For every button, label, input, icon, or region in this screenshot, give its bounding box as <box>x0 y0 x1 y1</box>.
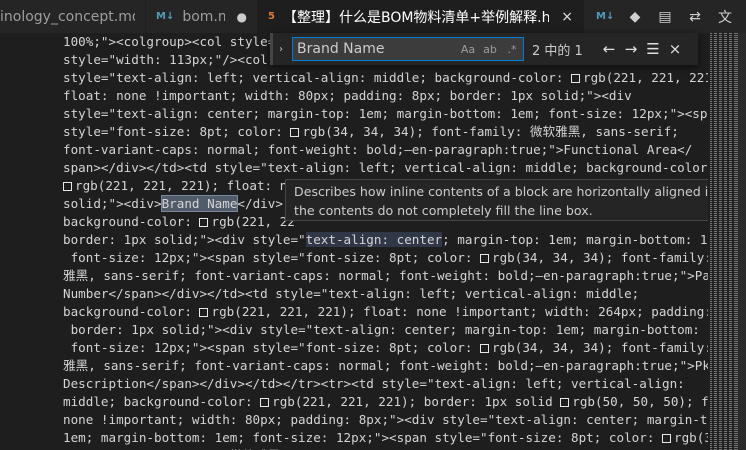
close-tab-icon[interactable]: × <box>561 9 573 25</box>
code-line[interactable]: middle; background-color: rgb(221, 221, … <box>63 393 708 411</box>
code-text-segment: ; margin-top: 1em; margin-bottom: 1em; <box>442 232 708 247</box>
code-text-segment: middle; background-color: <box>63 394 261 409</box>
code-text-segment: 1em; margin-bottom: 1em; font-size: 12px… <box>63 430 662 445</box>
match-count: 2 中的 1 <box>532 43 583 59</box>
color-value: rgb(221, 22 <box>211 214 295 229</box>
unsaved-dot-icon[interactable]: ● <box>237 10 247 24</box>
code-text-segment: 雅黑, sans-serif; font-variant-caps: norma… <box>63 358 708 373</box>
code-text-segment: Description</span></div></td></tr><tr><t… <box>63 376 685 391</box>
tab-markdown[interactable]: M↓ <box>584 0 624 33</box>
toggle-replace-icon[interactable]: › <box>273 44 289 55</box>
color-swatch-icon[interactable] <box>290 128 300 137</box>
tab-bom-html[interactable]: 5 【整理】什么是BOM物料清单+举例解释.html × <box>258 0 584 33</box>
code-text-segment: font-variant-caps: normal; font-weight: … <box>63 142 693 157</box>
code-text-segment: Number</span></div></td><td style="text-… <box>63 286 640 301</box>
preview-icon[interactable]: ▤ <box>656 9 674 25</box>
code-line[interactable]: float: none !important; width: 80px; pad… <box>63 87 708 105</box>
code-line[interactable]: Description</span></div></td></tr><tr><t… <box>63 375 708 393</box>
editor-toolbar: ◆ ▤ ⇄ 文 <box>624 0 734 33</box>
code-text-segment: background-color: <box>63 304 200 319</box>
regex-icon[interactable]: .* <box>501 43 523 56</box>
code-text-segment: style="text-align: center; margin-top: 1… <box>63 106 708 121</box>
color-value: rgb(221, 221, 221); border: 1px solid <box>272 394 561 409</box>
match-word-icon[interactable]: ab <box>479 43 501 56</box>
next-match-icon[interactable]: → <box>620 40 642 58</box>
code-line[interactable]: background-color: rgb(221, 221, 221); fl… <box>63 303 708 321</box>
code-line[interactable]: style="text-align: center; margin-top: 1… <box>63 105 708 123</box>
color-swatch-icon[interactable] <box>63 182 72 191</box>
code-text-segment: 100%;"><colgroup><col style= <box>63 34 276 49</box>
code-text-segment: border: 1px solid;"><div style=" <box>63 232 306 247</box>
hover-highlight: text-align: center <box>305 232 443 247</box>
tab-label: 【整理】什么是BOM物料清单+举例解释.html <box>282 9 550 26</box>
scrollbar[interactable] <box>738 33 746 450</box>
color-swatch-icon[interactable] <box>480 254 490 263</box>
code-text-segment: solid;"><div> <box>63 196 162 211</box>
minimap-texture <box>712 33 734 450</box>
tab-bom-md[interactable]: M↓ bom.md ● <box>146 0 258 33</box>
match-case-icon[interactable]: Aa <box>457 43 479 56</box>
code-text-segment: style="font-size: 8pt; color: <box>63 124 291 139</box>
code-line[interactable]: border: 1px solid;"><div style="text-ali… <box>63 231 708 249</box>
code-text-segment: background-color: <box>63 214 200 229</box>
color-value: rgb(34, 34, 34); font-family: 微软 <box>492 340 708 355</box>
find-input[interactable]: Brand Name Aa ab .* <box>292 37 524 61</box>
code-line[interactable]: 雅黑, sans-serif; font-variant-caps: norma… <box>63 267 708 285</box>
color-value: rgb(50, 50, 50); float <box>572 394 708 409</box>
color-value: rgb(221, 221, 221); float: none !importa… <box>211 304 708 319</box>
color-swatch-icon[interactable] <box>560 398 570 407</box>
previous-match-icon[interactable]: ← <box>598 40 620 58</box>
color-value: rgb(34, <box>673 430 708 445</box>
markdown-icon: M↓ <box>596 11 615 22</box>
code-text-segment: font-size: 12px;"><span style="font-size… <box>63 250 481 265</box>
code-line[interactable]: span></div></td><td style="text-align: l… <box>63 159 708 177</box>
tab-label: bom.md <box>182 8 224 25</box>
code-text-segment: style="text-align: left; vertical-align:… <box>63 70 571 85</box>
code-editor[interactable]: 100%;"><colgroup><col style= style="width… <box>0 33 708 450</box>
color-swatch-icon[interactable] <box>199 218 209 227</box>
color-swatch-icon[interactable] <box>199 308 209 317</box>
find-match-highlight: Brand Name <box>160 195 239 212</box>
color-swatch-icon[interactable] <box>260 398 270 407</box>
hover-tooltip: Describes how inline contents of a block… <box>285 179 746 221</box>
find-query[interactable]: Brand Name <box>297 41 457 57</box>
code-text-segment: </div> <box>237 196 283 211</box>
code-text[interactable]: 100%;"><colgroup><col style= style="width… <box>63 33 708 450</box>
code-line[interactable]: 1em; margin-bottom: 1em; font-size: 12px… <box>63 429 708 447</box>
translate-icon[interactable]: 文 <box>716 7 734 27</box>
minimap[interactable] <box>708 33 746 450</box>
code-line[interactable]: 雅黑, sans-serif; font-variant-caps: norma… <box>63 357 708 375</box>
code-line[interactable]: font-variant-caps: normal; font-weight: … <box>63 141 708 159</box>
color-swatch-icon[interactable] <box>571 74 580 83</box>
code-text-segment: font-size: 12px;"><span style="font-size… <box>63 340 481 355</box>
code-line[interactable]: Number</span></div></td><td style="text-… <box>63 285 708 303</box>
tab-label: inology_concept.md <box>0 8 135 25</box>
find-in-selection-icon[interactable]: ☰ <box>642 40 664 58</box>
code-text-segment: 雅黑, sans-serif; font-variant-caps: norma… <box>63 268 708 283</box>
find-widget: › Brand Name Aa ab .* 2 中的 1 ← → ☰ × <box>270 33 698 65</box>
tab-technology-concept[interactable]: inology_concept.md <box>0 0 146 33</box>
color-value: rgb(34, 34, 34); font-family: 微软 <box>492 250 708 265</box>
markdown-icon: M↓ <box>156 11 175 22</box>
html5-icon: 5 <box>268 11 275 22</box>
code-line[interactable]: font-size: 12px;"><span style="font-size… <box>63 249 708 267</box>
color-swatch-icon[interactable] <box>661 434 671 443</box>
diamond-icon[interactable]: ◆ <box>626 9 644 25</box>
code-line[interactable]: border: 1px solid;"><div style="text-ali… <box>63 321 708 339</box>
code-text-segment: border: 1px solid;"><div style="text-ali… <box>63 322 708 337</box>
close-find-icon[interactable]: × <box>664 40 686 58</box>
code-text-segment: none !important; width: 80px; padding: 8… <box>63 412 708 427</box>
code-line[interactable]: style="font-size: 8pt; color: rgb(34, 34… <box>63 123 708 141</box>
code-line[interactable]: none !important; width: 80px; padding: 8… <box>63 411 708 429</box>
code-text-segment: style="width: 113px;"/><col <box>63 52 268 67</box>
compare-icon[interactable]: ⇄ <box>686 9 704 25</box>
color-swatch-icon[interactable] <box>480 344 490 353</box>
color-value: rgb(34, 34, 34); font-family: 微软雅黑, sans… <box>302 124 679 139</box>
code-text-segment: float: none !important; width: 80px; pad… <box>63 88 632 103</box>
color-value: rgb(221, 221, 221); <box>583 70 708 85</box>
code-text-segment: span></div></td><td style="text-align: l… <box>63 160 708 175</box>
code-line[interactable]: font-size: 12px;"><span style="font-size… <box>63 339 708 357</box>
tab-bar: inology_concept.md M↓ bom.md ● 5 【整理】什么是… <box>0 0 746 33</box>
code-line[interactable]: style="text-align: left; vertical-align:… <box>63 69 708 87</box>
